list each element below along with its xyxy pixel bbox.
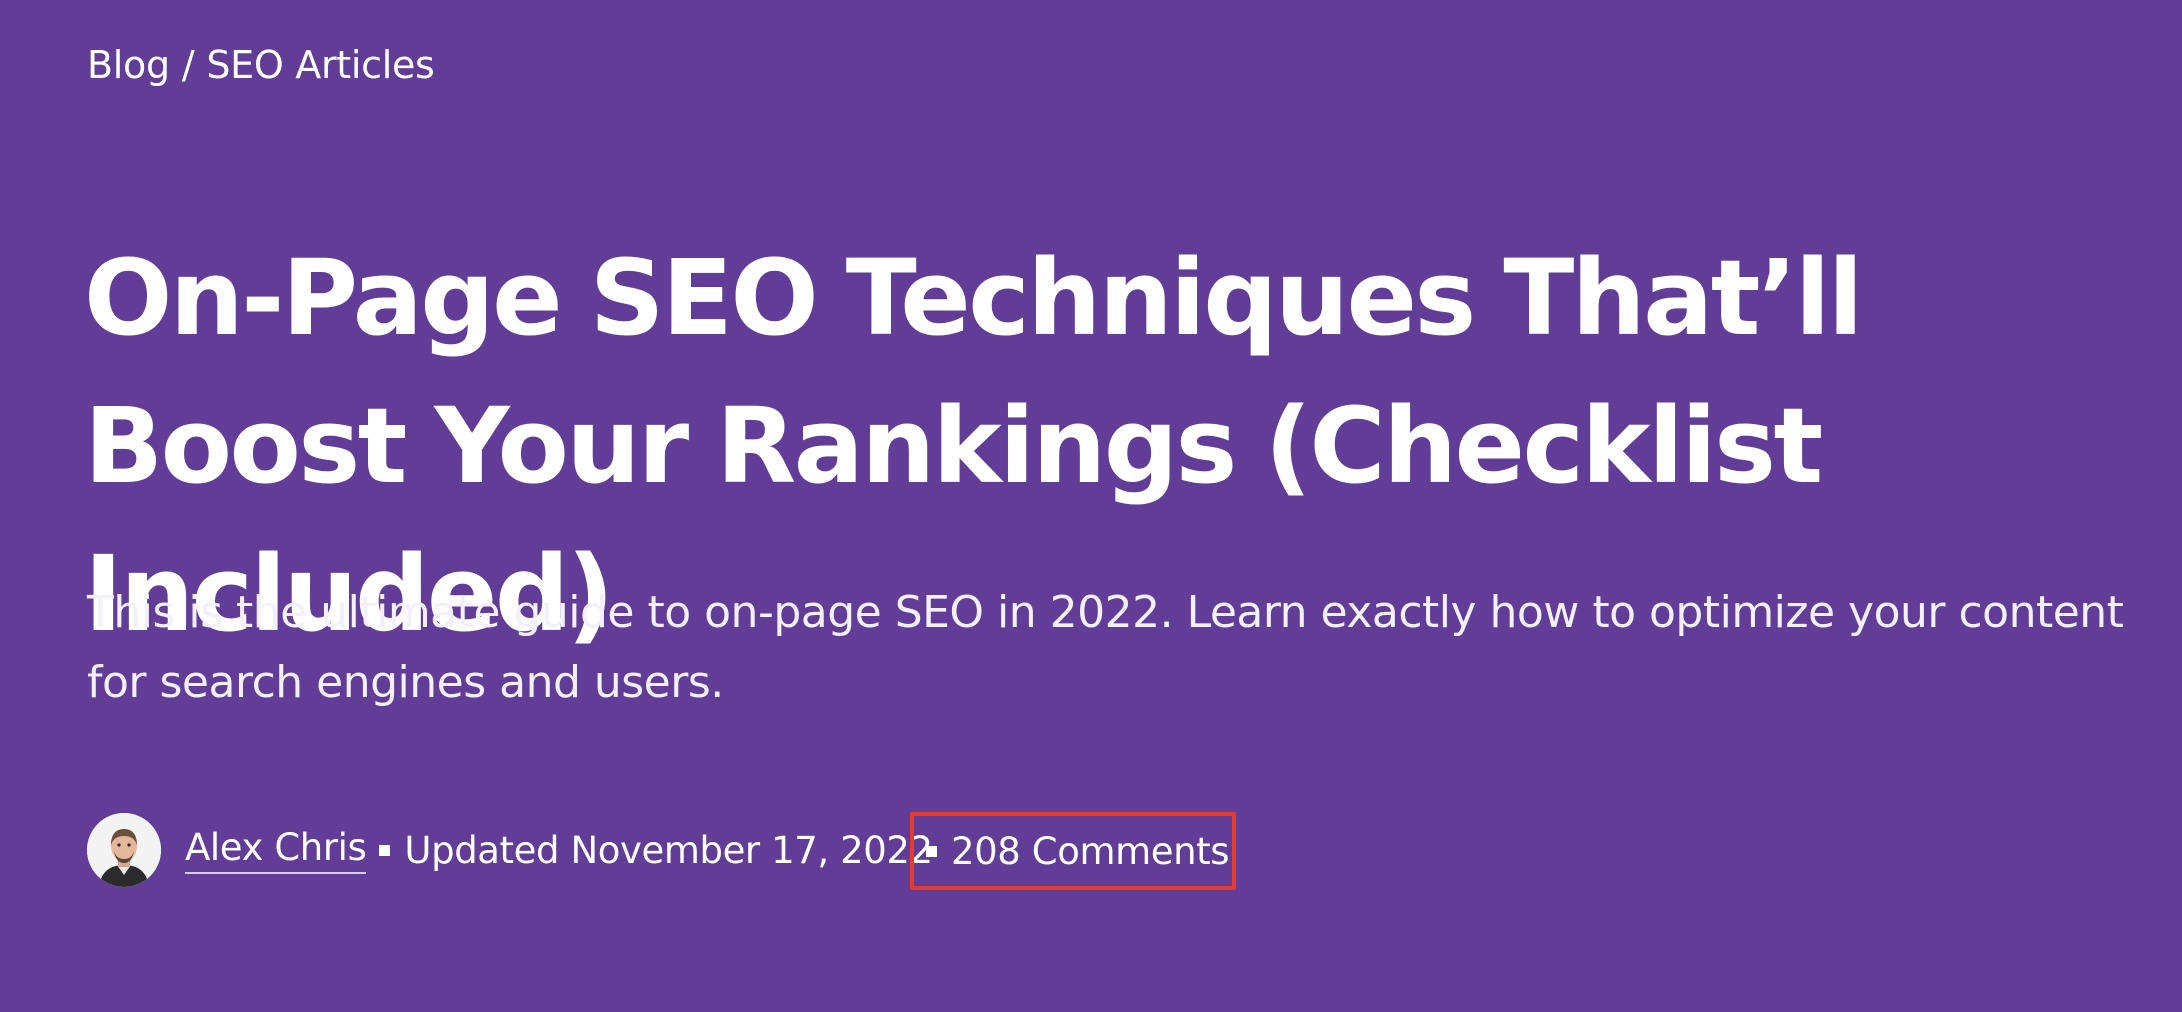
article-meta: Alex Chris Updated November 17, 2022 208… [87,812,1236,890]
updated-date: Updated November 17, 2022 [404,828,933,872]
square-bullet-icon [379,844,391,856]
author-avatar-icon [87,813,161,887]
square-bullet-icon [926,845,937,857]
article-header: Blog / SEO Articles On-Page SEO Techniques… [84,0,2147,1012]
article-subtitle: This is the ultimate guide to on-page SE… [87,587,2124,708]
author-link[interactable]: Alex Chris [185,826,367,874]
comments-highlight-box: 208 Comments [910,812,1236,890]
breadcrumb-blog-link[interactable]: Blog [87,43,170,87]
breadcrumb: Blog / SEO Articles [87,46,435,84]
breadcrumb-separator: / [181,43,195,87]
breadcrumb-seo-articles-link[interactable]: SEO Articles [206,43,435,87]
comments-link[interactable]: 208 Comments [951,830,1230,873]
avatar[interactable] [87,813,161,887]
